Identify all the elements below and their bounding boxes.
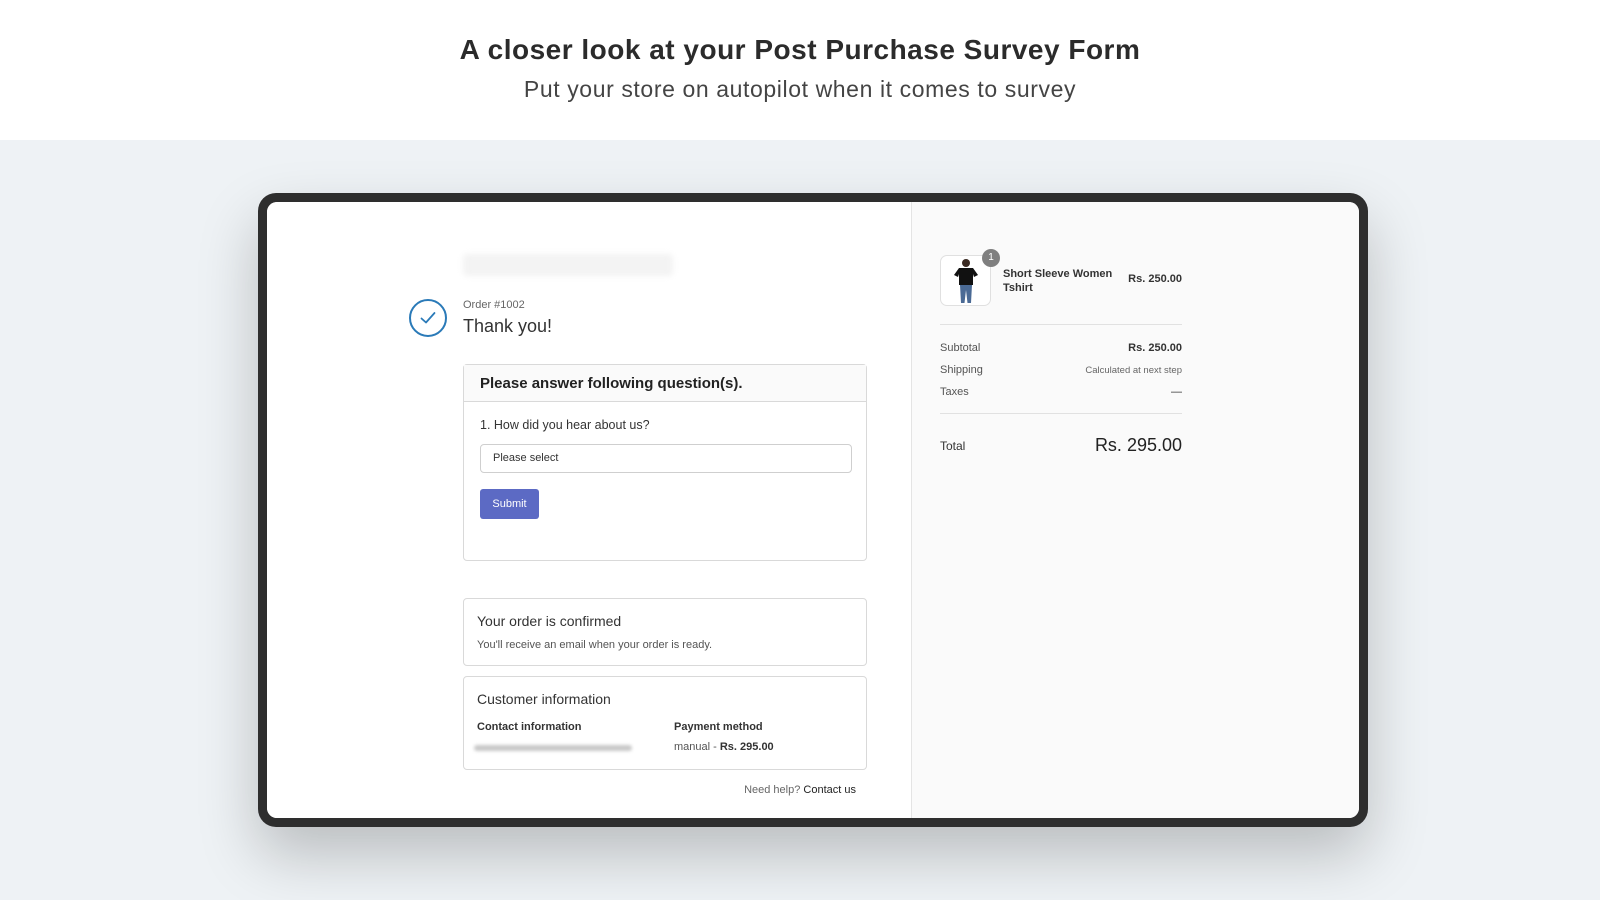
survey-heading: Please answer following question(s). — [464, 365, 866, 402]
payment-method-heading: Payment method — [674, 721, 763, 733]
subtotal-value: Rs. 250.00 — [1128, 342, 1182, 354]
payment-method-type: manual - — [674, 741, 720, 753]
shipping-label: Shipping — [940, 364, 983, 376]
hero-subtitle: Put your store on autopilot when it come… — [523, 76, 1077, 102]
confirmed-text: You'll receive an email when your order … — [477, 639, 713, 651]
hero-title: A closer look at your Post Purchase Surv… — [459, 34, 1141, 65]
customer-info-card: Customer information Contact information… — [463, 676, 867, 770]
summary-divider — [940, 324, 1182, 325]
payment-amount: Rs. 295.00 — [719, 741, 774, 753]
hero-section: A closer look at your Post Purchase Surv… — [0, 0, 1600, 140]
product-price: Rs. 250.00 — [1128, 273, 1182, 285]
order-summary-pane: 1 Short Sleeve Women Tshirt Rs. 250.00 S… — [911, 202, 1359, 818]
contact-email-blurred — [474, 745, 632, 751]
submit-button[interactable]: Submit — [480, 489, 539, 519]
confirmed-title: Your order is confirmed — [477, 613, 622, 629]
tshirt-product-image — [954, 259, 978, 303]
payment-method-value: manual - Rs. 295.00 — [674, 741, 774, 753]
order-number: Order #1002 — [463, 299, 525, 311]
device-frame: Order #1002 Thank you! Please answer fol… — [258, 193, 1368, 827]
thank-you-heading: Thank you! — [463, 316, 553, 336]
quantity-badge: 1 — [982, 249, 1000, 267]
total-divider — [940, 413, 1182, 414]
total-label: Total — [940, 439, 966, 453]
survey-answer-select[interactable]: Please select — [480, 444, 852, 473]
customer-info-title: Customer information — [477, 691, 611, 707]
checkmark-circle-icon — [409, 299, 447, 337]
shipping-value: Calculated at next step — [1085, 365, 1182, 376]
survey-question: 1. How did you hear about us? — [480, 418, 650, 432]
taxes-value: — — [1171, 386, 1182, 398]
store-logo-blurred — [463, 254, 673, 276]
total-value: Rs. 295.00 — [1094, 435, 1182, 455]
device-screen: Order #1002 Thank you! Please answer fol… — [267, 202, 1359, 818]
order-confirmed-card: Your order is confirmed You'll receive a… — [463, 598, 867, 666]
contact-info-heading: Contact information — [477, 721, 582, 733]
taxes-label: Taxes — [940, 386, 969, 398]
order-status-pane: Order #1002 Thank you! Please answer fol… — [267, 202, 911, 818]
survey-form: Please answer following question(s). 1. … — [463, 364, 867, 561]
subtotal-label: Subtotal — [940, 342, 981, 354]
contact-us-link[interactable]: Contact us — [803, 784, 856, 796]
help-text: Need help? — [744, 784, 804, 796]
help-footer: Need help? Contact us — [667, 784, 856, 796]
